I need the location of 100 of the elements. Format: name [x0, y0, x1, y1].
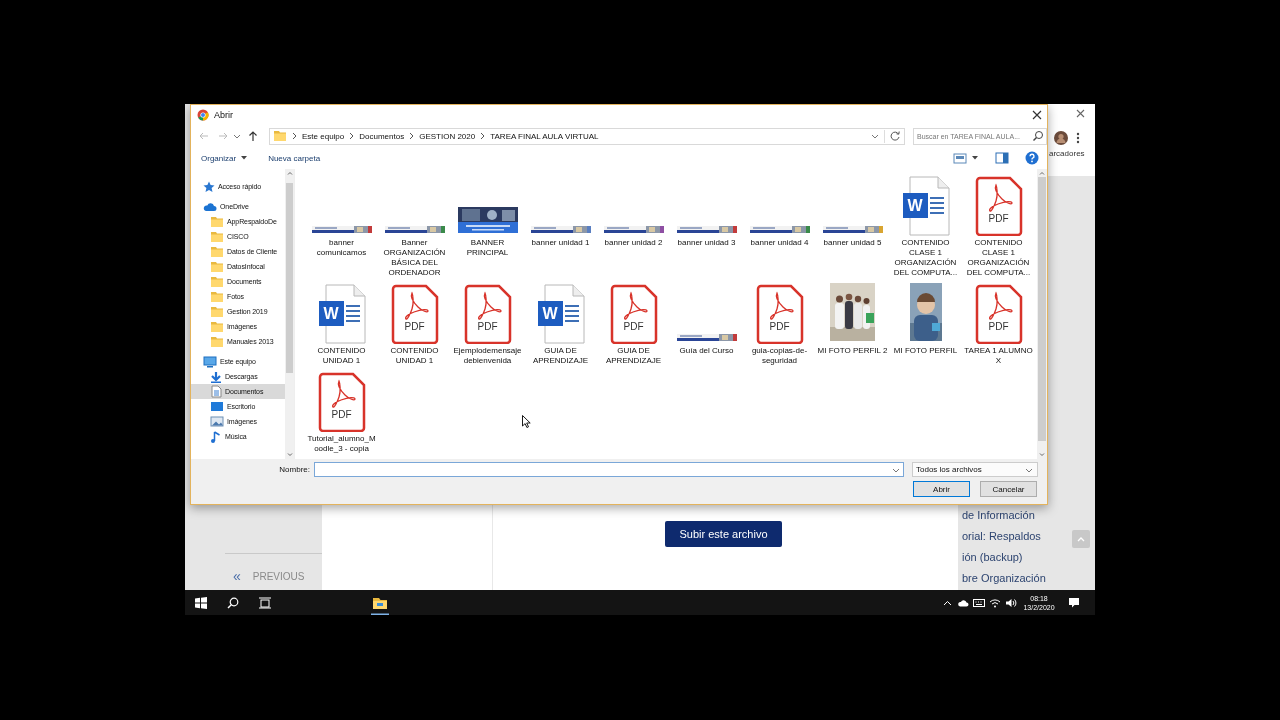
folder-icon [210, 335, 224, 348]
file-item[interactable]: PDF TAREA 1 ALUMNO X [962, 284, 1035, 366]
scrollbar[interactable] [1037, 169, 1047, 459]
music-note-icon [210, 430, 222, 443]
document-icon [210, 385, 222, 398]
close-icon[interactable] [1076, 109, 1085, 118]
volume-icon[interactable] [1005, 597, 1017, 608]
computer-icon [203, 355, 217, 368]
file-item[interactable]: PDF guia-copias-de-seguridad [743, 284, 816, 366]
file-item[interactable]: PDF Ejemplodemensajedebienvenida [451, 284, 524, 366]
open-button[interactable]: Abrir [913, 481, 970, 497]
search-icon[interactable] [227, 596, 239, 609]
word-document-icon [317, 284, 366, 344]
pdf-document-icon [317, 372, 366, 432]
chevron-up-icon[interactable] [942, 599, 952, 606]
help-icon[interactable] [1025, 151, 1039, 165]
breadcrumb-item[interactable]: GESTION 2020 [419, 131, 476, 141]
window-title: Abrir [214, 110, 234, 120]
file-item[interactable]: BANNER PRINCIPAL [451, 176, 524, 258]
file-item[interactable]: W CONTENIDO CLASE 1 ORGANIZACIÓN DEL COMPUTA... [889, 176, 962, 278]
desktop-icon [210, 401, 224, 412]
file-item[interactable]: MI FOTO PERFIL 2 [816, 284, 889, 356]
star-icon [203, 180, 215, 193]
breadcrumb-item[interactable]: Documentos [359, 131, 405, 141]
folder-icon [210, 290, 224, 303]
bookmarks-label: arcadores [1048, 149, 1086, 158]
filename-field[interactable] [314, 462, 904, 477]
breadcrumb-item[interactable]: TAREA FINAL AULA VIRTUAL [490, 131, 599, 141]
sidebar-link[interactable]: orial: Respaldos [962, 526, 1046, 547]
folder-icon [210, 320, 224, 333]
file-type-label: W [322, 304, 340, 324]
caret-icon[interactable] [971, 155, 979, 161]
task-view-icon[interactable] [258, 596, 272, 609]
chevron-right-icon[interactable] [291, 131, 298, 141]
file-type-label: W [906, 196, 924, 216]
pdf-document-icon [974, 176, 1023, 236]
pdf-document-icon [390, 284, 439, 344]
organize-menu-button[interactable]: Organizar [199, 151, 251, 165]
sidebar-link[interactable]: ión (backup) [962, 547, 1046, 568]
notification-icon[interactable] [1068, 597, 1080, 608]
file-item[interactable]: banner comunicamos [305, 176, 378, 258]
file-type-label: PDF [476, 322, 499, 332]
refresh-icon[interactable] [889, 130, 901, 142]
file-type-label: PDF [330, 410, 353, 420]
file-type-dropdown[interactable]: Todos los archivos [912, 462, 1038, 477]
cancel-button[interactable]: Cancelar [980, 481, 1037, 497]
more-menu-icon[interactable] [1076, 132, 1080, 144]
file-item[interactable]: banner unidad 5 [816, 176, 889, 248]
chevron-right-icon[interactable] [479, 131, 487, 141]
cloud-icon[interactable] [957, 598, 969, 607]
search-icon[interactable] [1032, 130, 1044, 142]
file-item[interactable]: PDF Tutorial_alumno_Moodle_3 - copia [305, 372, 378, 454]
file-item[interactable]: Banner ORGANIZACIÓN BÁSICA DEL ORDENADOR [378, 176, 451, 278]
file-type-label: PDF [403, 322, 426, 332]
keyboard-icon[interactable] [973, 598, 985, 607]
up-arrow-icon[interactable] [247, 130, 259, 142]
word-document-icon [901, 176, 950, 236]
file-type-label: PDF [768, 322, 791, 332]
pdf-document-icon [755, 284, 804, 344]
image-icon [210, 416, 224, 427]
file-item[interactable]: banner unidad 2 [597, 176, 670, 248]
file-item[interactable]: Guía del Curso [670, 284, 743, 356]
file-item[interactable]: banner unidad 4 [743, 176, 816, 248]
close-icon[interactable] [1031, 109, 1043, 121]
sidebar-link[interactable]: bre Organización [962, 568, 1046, 589]
breadcrumb-item[interactable]: Este equipo [302, 131, 345, 141]
field-label: Nombre: [278, 465, 311, 474]
file-item[interactable]: PDF GUIA DE APRENDIZAJE [597, 284, 670, 366]
caret-icon [240, 155, 249, 161]
cloud-icon [203, 201, 217, 212]
file-item[interactable]: PDF CONTENIDO CLASE 1 ORGANIZACIÓN DEL COMPUTA... [962, 176, 1035, 278]
wifi-icon[interactable] [989, 597, 1001, 608]
file-type-label: PDF [987, 322, 1010, 332]
file-item[interactable]: MI FOTO PERFIL [889, 284, 962, 356]
scroll-thumb[interactable] [1038, 177, 1046, 441]
file-item[interactable]: W CONTENIDO UNIDAD 1 [305, 284, 378, 366]
address-bar[interactable]: Este equipo Documentos GESTION 2020 TAREA FINAL AULA VIRTUAL [269, 127, 905, 145]
upload-button[interactable]: Subir este archivo [665, 521, 782, 547]
file-item[interactable]: banner unidad 3 [670, 176, 743, 248]
folder-icon [273, 130, 287, 142]
windows-logo-icon[interactable] [195, 596, 207, 609]
file-item[interactable]: W GUIA DE APRENDIZAJE [524, 284, 597, 366]
new-folder-button[interactable]: Nueva carpeta [266, 151, 323, 165]
folder-icon [210, 275, 224, 288]
folder-icon [210, 305, 224, 318]
file-type-label: W [541, 304, 559, 324]
previous-arrow[interactable]: « [233, 568, 241, 584]
sidebar-link[interactable]: de Información [962, 505, 1046, 526]
file-type-label: PDF [622, 322, 645, 332]
file-item[interactable]: banner unidad 1 [524, 176, 597, 248]
avatar-icon[interactable] [1054, 131, 1068, 145]
file-item[interactable]: PDF CONTENIDO UNIDAD 1 [378, 284, 451, 366]
chevron-right-icon[interactable] [348, 131, 356, 141]
scroll-thumb[interactable] [286, 183, 293, 373]
view-options-icon[interactable] [953, 152, 967, 164]
scrollbar[interactable] [285, 169, 294, 459]
preview-pane-icon[interactable] [995, 152, 1009, 164]
chevron-right-icon[interactable] [408, 131, 416, 141]
mouse-pointer-icon [522, 415, 531, 428]
file-type-label: PDF [987, 214, 1010, 224]
